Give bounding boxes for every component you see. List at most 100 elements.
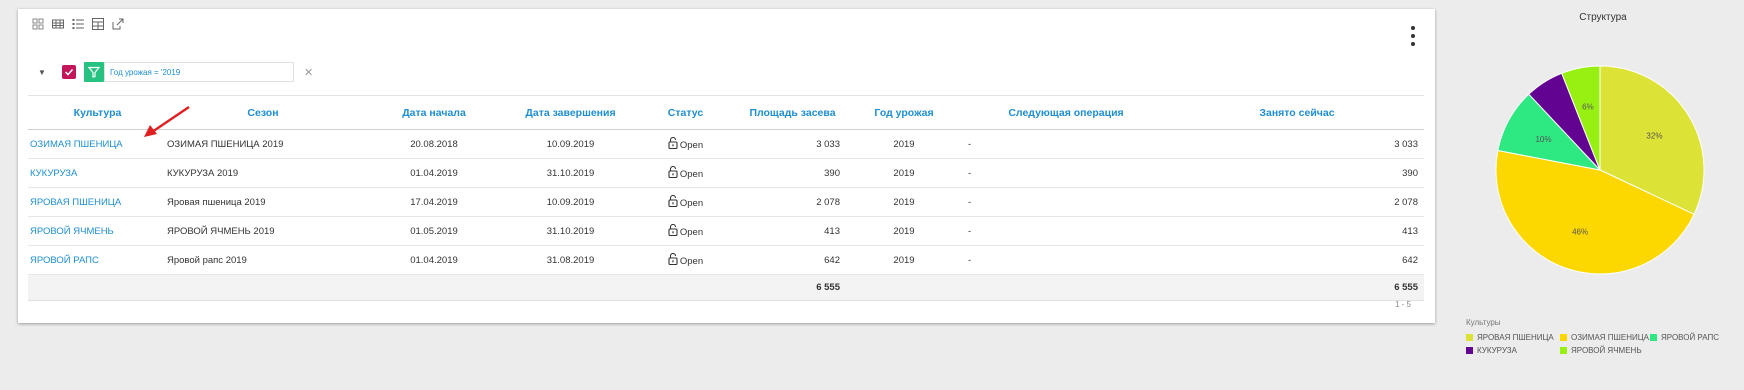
column-header-occupied-now[interactable]: Занято сейчас (1170, 95, 1424, 130)
totals-row: 6 555 6 555 (28, 274, 1424, 301)
legend-label: ЯРОВАЯ ПШЕНИЦА (1477, 333, 1554, 342)
column-header-season[interactable]: Сезон (167, 95, 359, 130)
lock-open-icon (668, 136, 678, 152)
sown-area-cell: 642 (739, 245, 846, 275)
culture-link[interactable]: ЯРОВАЯ ПШЕНИЦА (28, 187, 167, 217)
column-header-harvest-year[interactable]: Год урожая (846, 95, 962, 130)
status-cell: Open (632, 187, 739, 217)
next-operation-cell: - (962, 187, 1170, 217)
status-text: Open (679, 197, 704, 209)
column-header-sown-area[interactable]: Площадь засева (739, 95, 846, 130)
totals-blank (28, 274, 167, 301)
start-date-cell: 01.05.2019 (359, 216, 509, 246)
checklist-icon[interactable] (72, 18, 84, 30)
table-row[interactable]: ЯРОВОЙ РАПС Яровой рапс 2019 01.04.2019 … (28, 245, 1424, 275)
table-row[interactable]: ЯРОВАЯ ПШЕНИЦА Яровая пшеница 2019 17.04… (28, 187, 1424, 217)
harvest-year-cell: 2019 (846, 187, 962, 217)
table-row[interactable]: КУКУРУЗА КУКУРУЗА 2019 01.04.2019 31.10.… (28, 158, 1424, 188)
chart-title: Структура (1579, 12, 1627, 23)
status-text: Open (679, 139, 704, 151)
end-date-cell: 10.09.2019 (509, 187, 632, 217)
totals-blank (359, 274, 509, 301)
column-header-status[interactable]: Статус (632, 95, 739, 130)
harvest-year-cell: 2019 (846, 129, 962, 159)
annotation-arrow (144, 106, 190, 137)
column-header-next-operation[interactable]: Следующая операция (962, 95, 1170, 130)
season-cell: Яровая пшеница 2019 (167, 187, 359, 217)
totals-blank (509, 274, 632, 301)
totals-blank (962, 274, 1170, 301)
lock-open-icon (668, 165, 678, 181)
sown-area-cell: 390 (739, 158, 846, 188)
totals-blank (846, 274, 962, 301)
status-text: Open (679, 168, 704, 180)
more-options-icon[interactable] (1409, 26, 1417, 46)
next-operation-cell: - (962, 158, 1170, 188)
season-cell: ОЗИМАЯ ПШЕНИЦА 2019 (167, 129, 359, 159)
culture-link[interactable]: ЯРОВОЙ РАПС (28, 245, 167, 275)
column-header-start-date[interactable]: Дата начала (359, 95, 509, 130)
status-text: Open (679, 255, 704, 267)
export-icon[interactable] (112, 18, 124, 30)
legend-swatch (1466, 334, 1473, 341)
occupied-now-cell: 642 (1170, 245, 1424, 275)
occupied-now-cell: 390 (1170, 158, 1424, 188)
header-row: Культура Сезон Дата начала Дата завершен… (28, 95, 1424, 130)
totals-blank (167, 274, 359, 301)
lock-open-icon (668, 223, 678, 239)
harvest-year-cell: 2019 (846, 245, 962, 275)
totals-blank (632, 274, 739, 301)
filter-bar: ▼ Год урожая = '2019 ✕ (38, 62, 313, 82)
table-row[interactable]: ОЗИМАЯ ПШЕНИЦА ОЗИМАЯ ПШЕНИЦА 2019 20.08… (28, 129, 1424, 159)
culture-link[interactable]: КУКУРУЗА (28, 158, 167, 188)
next-operation-cell: - (962, 129, 1170, 159)
total-occupied-now: 6 555 (1170, 274, 1424, 301)
pie-slice-label: 6% (1582, 103, 1594, 112)
sown-area-cell: 3 033 (739, 129, 846, 159)
crops-grid-panel: ▼ Год урожая = '2019 ✕ Культура Сезон Да… (18, 9, 1435, 323)
total-sown-area: 6 555 (739, 274, 846, 301)
legend-item[interactable]: ЯРОВАЯ ПШЕНИЦА (1466, 333, 1554, 342)
occupied-now-cell: 3 033 (1170, 129, 1424, 159)
legend-label: ЯРОВОЙ ЯЧМЕНЬ (1571, 346, 1642, 355)
end-date-cell: 31.10.2019 (509, 158, 632, 188)
next-operation-cell: - (962, 245, 1170, 275)
start-date-cell: 01.04.2019 (359, 158, 509, 188)
season-cell: Яровой рапс 2019 (167, 245, 359, 275)
harvest-year-cell: 2019 (846, 216, 962, 246)
legend-label: ОЗИМАЯ ПШЕНИЦА (1571, 333, 1650, 342)
legend-label: КУКУРУЗА (1477, 346, 1517, 355)
lock-open-icon (668, 194, 678, 210)
filter-funnel-button[interactable] (84, 62, 104, 82)
legend-item[interactable]: КУКУРУЗА (1466, 346, 1517, 355)
crops-table: Культура Сезон Дата начала Дата завершен… (28, 95, 1424, 301)
pie-slice-label: 32% (1646, 131, 1662, 140)
start-date-cell: 01.04.2019 (359, 245, 509, 275)
lock-open-icon (668, 252, 678, 268)
legend-item[interactable]: ЯРОВОЙ РАПС (1650, 333, 1719, 342)
end-date-cell: 31.08.2019 (509, 245, 632, 275)
collapse-caret-icon[interactable]: ▼ (38, 68, 48, 77)
season-cell: КУКУРУЗА 2019 (167, 158, 359, 188)
filter-expression-field[interactable]: Год урожая = '2019 (104, 62, 294, 82)
status-cell: Open (632, 158, 739, 188)
column-header-end-date[interactable]: Дата завершения (509, 95, 632, 130)
select-all-checkbox[interactable] (62, 65, 76, 79)
legend-label: ЯРОВОЙ РАПС (1661, 333, 1719, 342)
legend-item[interactable]: ОЗИМАЯ ПШЕНИЦА (1560, 333, 1649, 342)
table-view-icon[interactable] (52, 18, 64, 30)
view-toolbar (32, 18, 124, 30)
culture-link[interactable]: ЯРОВОЙ ЯЧМЕНЬ (28, 216, 167, 246)
sown-area-cell: 413 (739, 216, 846, 246)
pie-slice-label: 10% (1535, 135, 1551, 144)
status-text: Open (679, 226, 704, 238)
legend-swatch (1560, 347, 1567, 354)
grid-view-icon[interactable] (32, 18, 44, 30)
end-date-cell: 31.10.2019 (509, 216, 632, 246)
table-row[interactable]: ЯРОВОЙ ЯЧМЕНЬ ЯРОВОЙ ЯЧМЕНЬ 2019 01.05.2… (28, 216, 1424, 246)
season-cell: ЯРОВОЙ ЯЧМЕНЬ 2019 (167, 216, 359, 246)
legend-item[interactable]: ЯРОВОЙ ЯЧМЕНЬ (1560, 346, 1642, 355)
clear-filter-icon[interactable]: ✕ (304, 66, 313, 79)
pie-slice-label: 46% (1572, 227, 1588, 236)
layout-icon[interactable] (92, 18, 104, 30)
